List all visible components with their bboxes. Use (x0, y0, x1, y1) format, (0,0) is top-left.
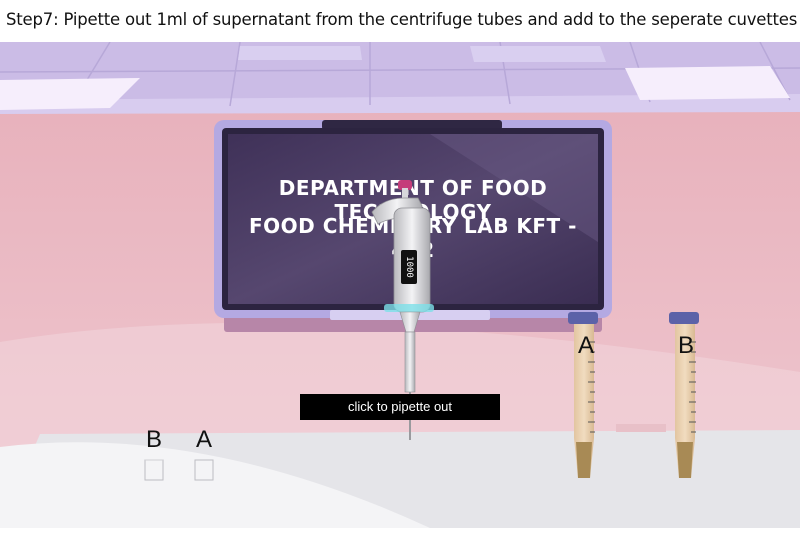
pipette-out-button[interactable]: click to pipette out (300, 394, 500, 420)
footer-strip (0, 528, 800, 550)
instruction-text: Step7: Pipette out 1ml of supernatant fr… (6, 10, 798, 29)
lab-scene: DEPARTMENT OF FOOD TECHNOLOGY FOOD CHEMI… (0, 42, 800, 528)
lab-foreground (0, 180, 800, 528)
cuvette-a-label: A (196, 426, 213, 453)
cuvette-b-label: B (146, 426, 163, 453)
instruction-bar: Step7: Pipette out 1ml of supernatant fr… (0, 0, 800, 42)
tube-a-label: A (578, 332, 595, 359)
pipette-volume-text: 1000 (404, 256, 414, 278)
tube-b-label: B (678, 332, 695, 359)
